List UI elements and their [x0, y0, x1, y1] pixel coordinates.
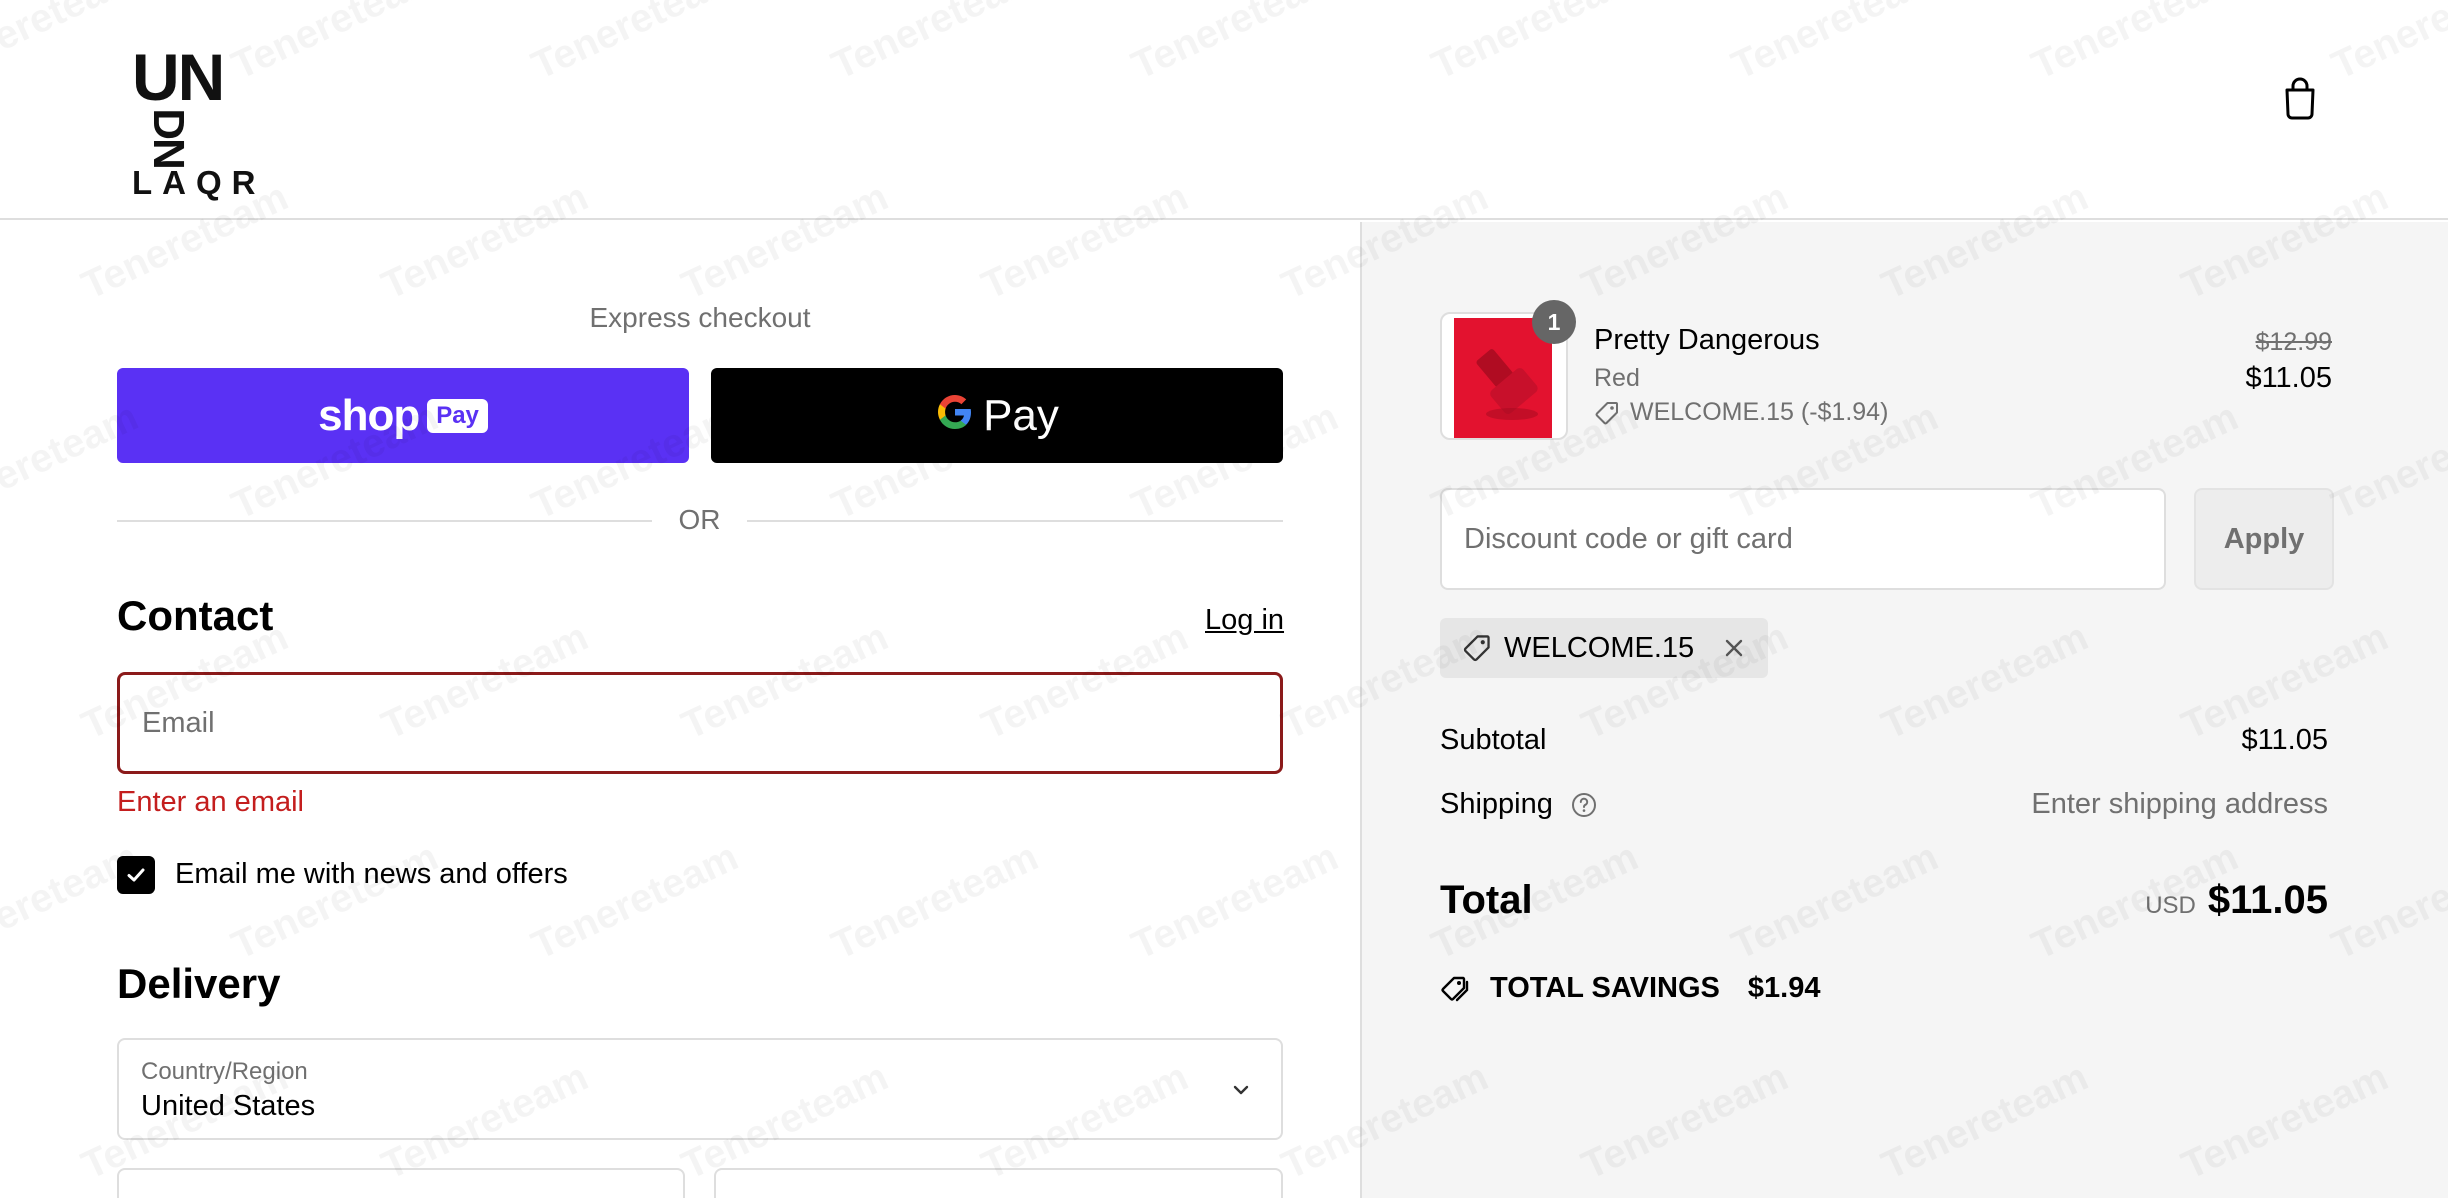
google-pay-button[interactable]: Pay	[711, 368, 1283, 463]
help-circle-icon[interactable]	[1571, 792, 1597, 818]
chevron-down-icon	[1233, 1085, 1249, 1095]
email-field[interactable]	[117, 672, 1283, 774]
last-name-field[interactable]	[714, 1168, 1283, 1198]
country-region-label: Country/Region	[141, 1058, 308, 1085]
close-icon[interactable]	[1722, 636, 1746, 660]
subtotal-value: $11.05	[2241, 724, 2328, 756]
shop-pay-badge: Pay	[427, 398, 488, 433]
login-link[interactable]: Log in	[1205, 604, 1284, 637]
tag-icon	[1463, 635, 1490, 662]
logo-top: UNDN	[132, 40, 225, 168]
first-name-field[interactable]	[117, 1168, 685, 1198]
product-name: Pretty Dangerous	[1594, 324, 1820, 356]
checkout-main: Express checkout shop Pay Pay OR Contact…	[0, 222, 1360, 1198]
product-variant: Red	[1594, 364, 1640, 392]
country-region-select[interactable]: Country/Region United States	[117, 1038, 1283, 1140]
divider-line	[747, 520, 1283, 522]
google-pay-label: Pay	[983, 390, 1059, 440]
order-summary: Pretty Dangerous Red WELCOME.15 (-$1.94)…	[1360, 222, 2448, 1198]
shopping-bag-icon[interactable]	[2282, 76, 2318, 120]
quantity-badge: 1	[1532, 300, 1576, 344]
delivery-heading: Delivery	[117, 960, 281, 1007]
shipping-label: Shipping	[1440, 788, 1553, 820]
price-final: $11.05	[2245, 362, 2332, 394]
country-region-value: United States	[141, 1090, 316, 1122]
total-label: Total	[1440, 878, 1533, 922]
newsletter-label[interactable]: Email me with news and offers	[175, 858, 568, 891]
price-original: $12.99	[2255, 328, 2332, 356]
newsletter-checkbox[interactable]	[117, 856, 155, 894]
total-savings: TOTAL SAVINGS $1.94	[1440, 972, 1820, 1005]
brand-logo[interactable]: UNDN LAQR	[132, 44, 272, 200]
product-discount: WELCOME.15 (-$1.94)	[1594, 398, 1888, 427]
header: UNDN LAQR	[0, 0, 2448, 220]
discount-code-field[interactable]	[1440, 488, 2166, 590]
total-value: $11.05	[2207, 878, 2328, 922]
product-discount-text: WELCOME.15 (-$1.94)	[1630, 398, 1889, 426]
email-error-message: Enter an email	[117, 786, 304, 818]
tag-icon	[1595, 401, 1618, 424]
total-amount: USD $11.05	[2145, 878, 2328, 923]
shipping-value: Enter shipping address	[2031, 788, 2328, 820]
subtotal-row: Subtotal $11.05	[1440, 724, 2328, 757]
shop-pay-button[interactable]: shop Pay	[117, 368, 689, 463]
google-g-icon	[935, 392, 975, 439]
checkmark-icon	[127, 868, 145, 882]
applied-discount-code: WELCOME.15	[1504, 631, 1695, 664]
savings-label: TOTAL SAVINGS	[1490, 972, 1720, 1004]
savings-value: $1.94	[1747, 972, 1821, 1004]
subtotal-label: Subtotal	[1440, 724, 1547, 756]
divider-line	[117, 520, 652, 522]
logo-bottom: LAQR	[132, 164, 266, 201]
apply-discount-button[interactable]: Apply	[2194, 488, 2334, 590]
tags-icon	[1441, 976, 1469, 1001]
total-row: Total USD $11.05	[1440, 878, 2328, 923]
shipping-row: Shipping Enter shipping address	[1440, 788, 2328, 821]
contact-heading: Contact	[117, 592, 274, 639]
shop-pay-wordmark: shop	[318, 390, 420, 440]
applied-discount-chip: WELCOME.15	[1440, 618, 1769, 678]
or-divider: OR	[117, 502, 1283, 538]
total-currency: USD	[2145, 892, 2196, 919]
or-text: OR	[678, 504, 721, 535]
express-checkout-title: Express checkout	[589, 302, 811, 333]
